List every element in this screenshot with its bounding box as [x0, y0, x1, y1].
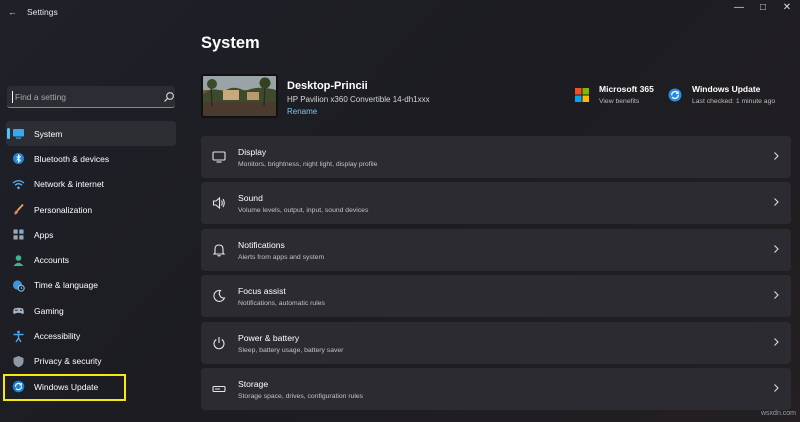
text-caret	[12, 91, 13, 103]
card-title: Notifications	[238, 239, 285, 250]
card-title: Focus assist	[238, 286, 286, 297]
person-icon	[13, 254, 24, 266]
back-arrow-icon[interactable]: ←	[8, 8, 18, 17]
close-button[interactable]: ✕	[776, 2, 798, 16]
shield-icon	[13, 355, 24, 368]
page-title: System	[201, 34, 260, 52]
rename-link[interactable]: Rename	[287, 107, 317, 116]
sidebar-item-label: Network & internet	[34, 179, 104, 190]
card-display[interactable]: Display Monitors, brightness, night ligh…	[201, 136, 791, 178]
speaker-icon	[212, 197, 225, 210]
watermark: wsxdn.com	[761, 410, 797, 417]
sidebar-item-personalization[interactable]: Personalization	[6, 197, 176, 222]
device-model: HP Pavilion x360 Convertible 14-dh1xxx	[287, 95, 430, 104]
sidebar-item-label: Bluetooth & devices	[34, 153, 110, 164]
search-box[interactable]	[7, 86, 175, 108]
sidebar-item-bluetooth[interactable]: Bluetooth & devices	[6, 146, 176, 171]
sidebar-item-accessibility[interactable]: Accessibility	[6, 323, 176, 348]
sidebar-item-gaming[interactable]: Gaming	[6, 298, 176, 323]
device-name: Desktop-Princii	[287, 80, 368, 92]
sidebar-item-system[interactable]: System	[6, 121, 176, 147]
sidebar-item-apps[interactable]: Apps	[6, 222, 176, 247]
moon-icon	[213, 290, 226, 303]
sidebar-item-label: Accounts	[34, 255, 69, 266]
card-sound[interactable]: Sound Volume levels, output, input, soun…	[201, 182, 791, 225]
sidebar-item-label: Apps	[34, 229, 54, 240]
card-title: Sound	[238, 193, 263, 204]
search-input[interactable]	[15, 89, 155, 105]
promo-title: Windows Update	[692, 84, 761, 94]
card-title: Power & battery	[238, 332, 300, 343]
sidebar-item-label: System	[34, 128, 63, 139]
bell-icon	[212, 244, 226, 257]
wallpaper-image	[203, 76, 276, 116]
settings-window: ← Settings — □ ✕ System Bluetooth & dev	[0, 0, 800, 422]
sidebar-item-accounts[interactable]: Accounts	[6, 247, 176, 272]
card-subtitle: Volume levels, output, input, sound devi…	[238, 207, 369, 215]
brush-icon	[14, 203, 24, 215]
card-subtitle: Sleep, battery usage, battery saver	[238, 346, 344, 354]
title-bar: ← Settings — □ ✕	[0, 0, 800, 26]
promo-subtitle: Last checked: 1 minute ago	[692, 98, 776, 105]
card-notifications[interactable]: Notifications Alerts from apps and syste…	[201, 228, 791, 271]
card-subtitle: Alerts from apps and system	[238, 253, 325, 261]
promo-title: Microsoft 365	[599, 84, 654, 94]
gamepad-icon	[13, 307, 24, 315]
windows-update-icon	[668, 88, 682, 102]
chevron-right-icon	[774, 384, 779, 392]
sidebar-item-label: Accessibility	[34, 331, 81, 342]
card-title: Storage	[238, 378, 269, 389]
microsoft-logo-icon	[575, 88, 589, 102]
card-focus-assist[interactable]: Focus assist Notifications, automatic ru…	[201, 275, 791, 318]
chevron-right-icon	[774, 198, 779, 207]
sidebar-item-network[interactable]: Network & internet	[6, 172, 176, 197]
minimize-button[interactable]: —	[728, 2, 750, 16]
chevron-right-icon	[774, 337, 779, 346]
card-power-battery[interactable]: Power & battery Sleep, battery usage, ba…	[201, 321, 791, 364]
monitor-icon	[13, 129, 24, 139]
globe-clock-icon	[12, 280, 25, 292]
card-subtitle: Monitors, brightness, night light, displ…	[238, 161, 378, 168]
chevron-right-icon	[774, 244, 779, 253]
search-icon[interactable]	[163, 91, 175, 103]
card-subtitle: Storage space, drives, configuration rul…	[238, 392, 364, 400]
app-title: Settings	[27, 7, 58, 17]
chevron-right-icon	[774, 152, 779, 160]
promo-subtitle: View benefits	[599, 98, 640, 105]
device-thumbnail	[201, 74, 278, 118]
sidebar-item-label: Personalization	[34, 204, 93, 215]
power-icon	[213, 336, 225, 349]
settings-card-list: Display Monitors, brightness, night ligh…	[201, 136, 791, 414]
sidebar-item-privacy-security[interactable]: Privacy & security	[6, 349, 176, 374]
accessibility-icon	[13, 330, 24, 342]
display-icon	[212, 151, 226, 163]
card-storage[interactable]: Storage Storage space, drives, configura…	[201, 367, 791, 410]
sidebar-item-label: Time & language	[34, 280, 98, 291]
sidebar-nav: System Bluetooth & devices Network & int…	[6, 121, 176, 399]
bluetooth-icon	[13, 153, 24, 165]
card-subtitle: Notifications, automatic rules	[238, 300, 325, 308]
storage-icon	[212, 385, 226, 393]
wifi-icon	[12, 179, 25, 189]
chevron-right-icon	[774, 291, 779, 300]
card-title: Display	[238, 147, 267, 157]
sidebar-item-time-language[interactable]: Time & language	[6, 273, 176, 298]
sidebar-item-label: Privacy & security	[34, 356, 102, 367]
sidebar-item-label: Gaming	[34, 305, 64, 316]
highlight-annotation	[3, 374, 126, 401]
apps-icon	[13, 229, 24, 240]
maximize-button[interactable]: □	[752, 2, 774, 16]
